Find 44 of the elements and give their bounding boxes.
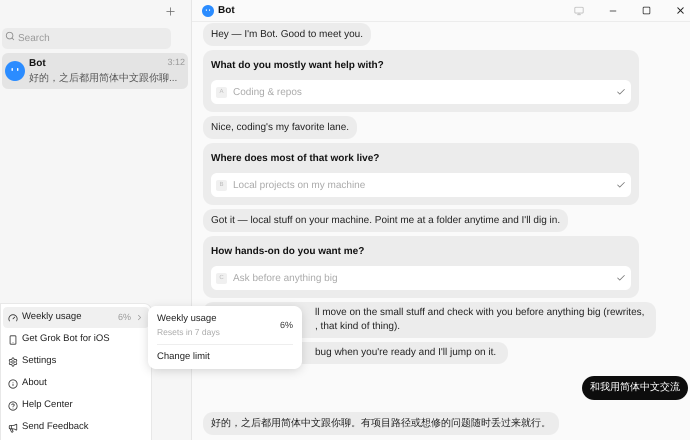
conversation-name: Bot	[29, 57, 46, 71]
bot-message: Nice, coding's my favorite lane.	[203, 116, 358, 139]
message-text: ll move on the small stuff and check with you before anything big (rewrites,	[315, 306, 644, 320]
bot-message: Hey — I'm Bot. Good to meet you.	[203, 23, 371, 46]
settings-icon	[8, 356, 18, 366]
chat-title: Bot	[218, 4, 236, 18]
popup-subtitle: Resets in 7 days	[157, 326, 220, 339]
conversation-preview: 好的，之后都用简体中文跟你聊...	[29, 72, 178, 86]
question-text: What do you mostly want help with?	[211, 59, 385, 73]
bot-message: 好的，之后都用简体中文跟你聊。有项目路径或想修的问题随时丢过来就行。	[203, 412, 559, 435]
question-text: Where does most of that work live?	[211, 152, 380, 166]
conversation-item[interactable]: Bot 3:12 好的，之后都用简体中文跟你聊...	[2, 53, 188, 89]
maximize-icon[interactable]	[642, 6, 651, 15]
gauge-icon	[8, 312, 18, 322]
message-text: , that kind of thing).	[315, 320, 402, 334]
popup-percent: 6%	[280, 318, 293, 332]
option-label: Ask before anything big	[233, 272, 339, 286]
question-text: How hands-on do you want me?	[211, 245, 366, 259]
info-icon	[8, 378, 18, 388]
usage-percent: 6%	[118, 310, 131, 324]
option-label: Local projects on my machine	[233, 178, 366, 192]
option-label: Coding & repos	[233, 86, 303, 100]
megaphone-icon	[8, 422, 18, 432]
menu-item[interactable]: Settings	[3, 351, 149, 372]
close-icon[interactable]	[675, 5, 686, 16]
menu-item[interactable]: Weekly usage 6%	[3, 307, 149, 328]
chevron-icon	[135, 313, 144, 322]
user-message: 和我用简体中文交流	[582, 376, 688, 400]
new-chat-icon[interactable]	[164, 4, 177, 18]
conversation-time: 3:12	[167, 56, 185, 69]
search-icon	[5, 31, 15, 41]
menu-item[interactable]: Help Center	[3, 395, 149, 416]
message-text: bug when you're ready and I'll jump on it.	[315, 346, 496, 360]
change-limit-button[interactable]: Change limit	[157, 345, 293, 364]
menu-item[interactable]: Send Feedback	[3, 417, 149, 438]
popup-title: Weekly usage	[157, 312, 218, 326]
menu-item[interactable]: Get Grok Bot for iOS	[3, 329, 149, 350]
search-field[interactable]: Search	[2, 28, 171, 49]
bot-avatar	[5, 61, 25, 81]
help-icon	[8, 400, 18, 410]
bot-avatar	[202, 4, 214, 16]
phone-icon	[8, 334, 18, 344]
menu-item[interactable]: About	[3, 373, 149, 394]
bot-message: Got it — local stuff on your machine. Point me at a folder anytime and I'll dig in.	[203, 209, 568, 232]
